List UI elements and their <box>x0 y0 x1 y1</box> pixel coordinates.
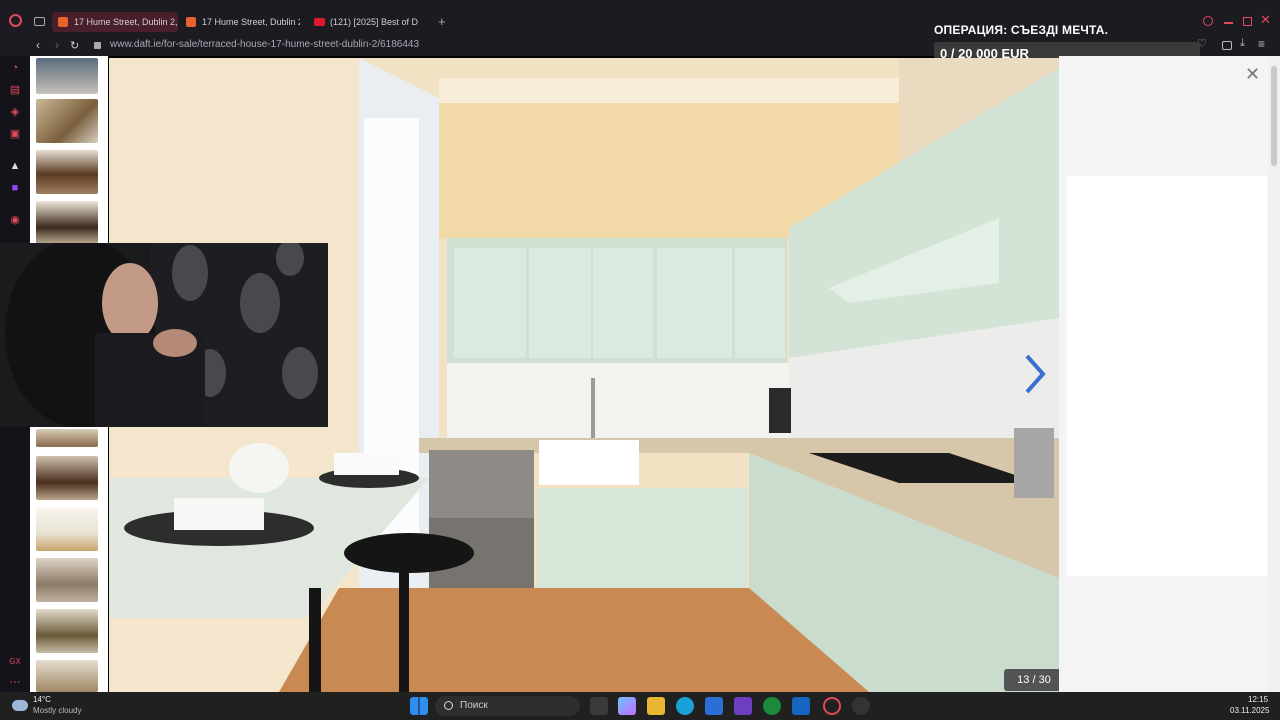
url-field[interactable]: www.daft.ie/for-sale/terraced-house-17-h… <box>110 39 419 50</box>
store-icon[interactable] <box>705 697 723 715</box>
search-tabs-icon[interactable] <box>1203 16 1213 26</box>
twitch-icon[interactable]: ■ <box>9 182 21 194</box>
download-icon[interactable]: ⤓ <box>1240 37 1245 50</box>
ad-slot <box>1067 176 1267 576</box>
scrollbar-thumb[interactable] <box>1271 66 1277 166</box>
clock-date[interactable]: 03.11.2025 <box>1230 706 1269 715</box>
daft-favicon-icon <box>186 17 196 27</box>
tab-label: 17 Hume Street, Dublin 2, <box>202 17 300 27</box>
image-counter-text: 13 / 30 <box>1017 674 1051 686</box>
edge-icon[interactable] <box>676 697 694 715</box>
close-gallery-icon[interactable]: ✕ <box>1245 64 1260 85</box>
lock-icon <box>94 42 101 49</box>
thumbnail[interactable] <box>36 558 98 602</box>
thumbnail[interactable] <box>36 456 98 500</box>
history-icon[interactable]: ◔ <box>9 62 21 74</box>
outlook-icon[interactable] <box>792 697 810 715</box>
chevron-right-icon <box>1025 354 1046 394</box>
opera-logo-icon[interactable] <box>9 14 22 27</box>
shopping-icon[interactable]: ▤ <box>9 84 21 96</box>
weather-desc: Mostly cloudy <box>33 706 82 715</box>
webcam-feed <box>0 243 328 427</box>
maximize-icon[interactable] <box>1243 17 1252 26</box>
task-view-icon[interactable] <box>590 697 608 715</box>
forward-icon[interactable]: › <box>55 38 59 52</box>
file-explorer-icon[interactable] <box>647 697 665 715</box>
weather-icon[interactable] <box>12 700 28 711</box>
terminal-icon[interactable] <box>734 697 752 715</box>
more-icon[interactable]: ⋯ <box>9 676 21 688</box>
thumbnail[interactable] <box>36 58 98 94</box>
wallet-icon[interactable] <box>1222 41 1232 50</box>
tab-daft-second[interactable]: 17 Hume Street, Dublin 2, <box>180 12 300 32</box>
taskbar-search-placeholder: Поиск <box>460 700 488 711</box>
back-icon[interactable]: ‹ <box>36 38 40 52</box>
tab-label: (121) [2025] Best of D <box>330 17 419 27</box>
windows-start-icon[interactable] <box>410 697 428 715</box>
obs-icon[interactable] <box>852 697 870 715</box>
tab-daft-active[interactable]: 17 Hume Street, Dublin 2, <box>52 12 178 32</box>
new-tab-icon[interactable]: + <box>438 14 446 29</box>
webcam-overlay <box>0 243 328 427</box>
gallery-side-panel: ✕ <box>1059 56 1268 692</box>
thumbnail[interactable] <box>36 429 98 447</box>
daft-favicon-icon <box>58 17 68 27</box>
goal-title: ОПЕРАЦИЯ: СЪЕЗДІ МЕЧТА. <box>934 23 1109 37</box>
copilot-icon[interactable] <box>618 697 636 715</box>
close-window-icon[interactable]: ✕ <box>1260 12 1271 28</box>
reload-icon[interactable]: ↻ <box>70 39 79 52</box>
clock-time[interactable]: 12:15 <box>1248 695 1268 704</box>
ai-icon[interactable]: ▲ <box>9 160 21 172</box>
messenger-icon[interactable]: ▣ <box>9 128 21 140</box>
workspaces-icon[interactable] <box>34 17 45 26</box>
thumbnail[interactable] <box>36 660 98 692</box>
minimize-icon[interactable] <box>1224 22 1233 24</box>
opera-gx-icon[interactable] <box>823 697 841 715</box>
menu-icon[interactable]: ≡ <box>1258 37 1265 51</box>
windows-taskbar: 14°C Mostly cloudy Поиск 12:15 03.11.202… <box>0 692 1280 720</box>
thumbnail[interactable] <box>36 507 98 551</box>
thumbnail[interactable] <box>36 609 98 653</box>
player-icon[interactable]: ◉ <box>9 214 21 226</box>
weather-temp[interactable]: 14°C <box>33 695 51 704</box>
gx-icon[interactable]: GX <box>9 656 21 668</box>
thumbnail[interactable] <box>36 201 98 245</box>
tab-label: 17 Hume Street, Dublin 2, <box>74 17 178 27</box>
thumbnail[interactable] <box>36 99 98 143</box>
thumbnail[interactable] <box>36 150 98 194</box>
youtube-favicon-icon <box>314 18 325 26</box>
search-icon <box>444 701 453 710</box>
taskbar-search[interactable]: Поиск <box>435 696 580 716</box>
tab-youtube[interactable]: (121) [2025] Best of D <box>308 12 428 32</box>
flow-icon[interactable]: ◈ <box>9 106 21 118</box>
xbox-icon[interactable] <box>763 697 781 715</box>
next-image-arrow[interactable] <box>1021 354 1049 394</box>
image-counter: 13 / 30 <box>1004 669 1064 691</box>
page-scrollbar[interactable] <box>1268 56 1280 692</box>
